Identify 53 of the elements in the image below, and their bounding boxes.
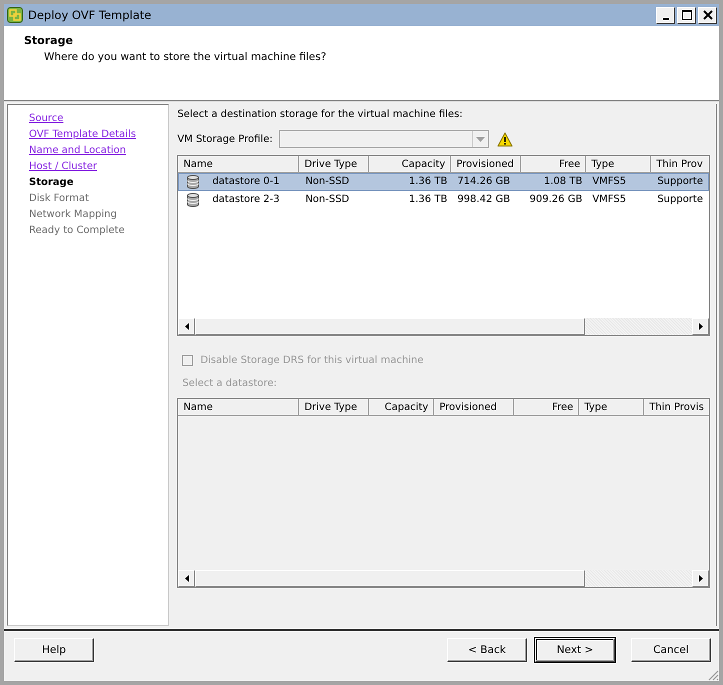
table-cell-text: 1.36 TB	[408, 175, 448, 189]
table-cell-text: 1.36 TB	[408, 193, 448, 207]
step-link[interactable]: OVF Template Details	[29, 127, 168, 143]
page-heading: Storage	[24, 34, 74, 47]
table-cell-text: Supporte	[657, 175, 703, 189]
scroll-left-icon	[184, 575, 189, 582]
resize-grip-icon	[708, 670, 719, 681]
minimize-icon	[662, 18, 668, 20]
table-cell-text: datastore 2-3	[212, 193, 280, 207]
step-label: Network Mapping	[29, 208, 118, 222]
page-description: Where do you want to store the virtual machine files?	[44, 51, 328, 63]
dropdown-arrow-icon	[476, 136, 486, 142]
instruction-text: Select a destination storage for the virtual machine files:	[177, 109, 464, 122]
table-cell-text: VMFS5	[592, 175, 626, 189]
table-cell-text: 1.08 TB	[544, 175, 582, 189]
close-button[interactable]	[698, 6, 717, 24]
step-link[interactable]: Host / Cluster	[29, 159, 168, 175]
table-cell-text: 998.42 GB	[457, 193, 510, 207]
warning-icon	[497, 132, 514, 146]
step-label: Disk Format	[29, 192, 90, 206]
horizontal-scrollbar[interactable]	[178, 570, 709, 587]
database-icon	[187, 193, 200, 207]
table-row[interactable]: datastore 2-3 Non-SSD 1.36 TB 998.42 GB 909.26 GB VMFS5 Supporte	[178, 191, 709, 209]
table-cell-text: 909.26 GB	[530, 193, 582, 207]
maximize-button[interactable]	[677, 6, 696, 24]
step-link[interactable]: Name and Location	[29, 143, 168, 159]
checkbox-label: Disable Storage DRS for this virtual machine	[200, 354, 424, 366]
table-cell-text: 714.26 GB	[457, 175, 510, 189]
window-title: Deploy OVF Template	[28, 8, 152, 22]
scroll-left-icon	[184, 323, 189, 330]
scroll-right-icon	[698, 323, 702, 330]
step-link[interactable]: Source	[29, 111, 168, 127]
table-cell-text: Supporte	[657, 193, 703, 207]
back-button[interactable]: < Back	[447, 638, 527, 662]
help-button[interactable]: Help	[14, 638, 94, 662]
scroll-right-icon	[698, 575, 702, 582]
minimize-button[interactable]	[656, 6, 675, 24]
step-label: Ready to Complete	[29, 224, 126, 238]
table-cell-text: VMFS5	[592, 193, 626, 207]
table-row[interactable]: datastore 0-1 Non-SSD 1.36 TB 714.26 GB 1.08 TB VMFS5 Supporte	[178, 173, 709, 191]
database-icon	[187, 175, 200, 189]
table-cell-text: Non-SSD	[305, 175, 350, 189]
horizontal-scrollbar[interactable]	[178, 318, 709, 335]
table-cell-text: datastore 0-1	[212, 175, 280, 189]
step-label: Storage	[29, 176, 74, 190]
maximize-icon	[682, 10, 692, 20]
table-cell-text: Non-SSD	[305, 193, 350, 207]
app-icon	[7, 7, 23, 23]
field-label: VM Storage Profile:	[177, 134, 274, 144]
next-button[interactable]: Next >	[535, 638, 615, 662]
section-label: Select a datastore:	[182, 378, 278, 391]
cancel-button[interactable]: Cancel	[631, 638, 711, 662]
close-icon	[702, 10, 712, 20]
